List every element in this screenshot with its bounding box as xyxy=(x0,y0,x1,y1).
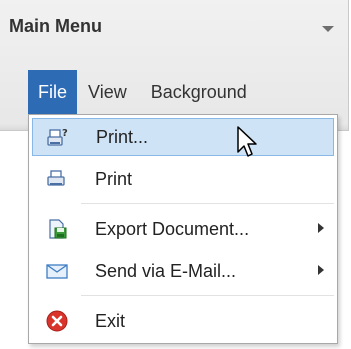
chevron-down-icon[interactable] xyxy=(322,26,334,32)
print-preview-icon: ? xyxy=(47,128,68,146)
tab-view[interactable]: View xyxy=(79,70,136,114)
submenu-arrow-icon xyxy=(318,223,324,233)
menu-item-label: Exit xyxy=(95,310,126,331)
menu-item-label: Export Document... xyxy=(95,218,250,239)
tab-background[interactable]: Background xyxy=(142,70,256,114)
submenu-arrow-icon xyxy=(318,265,324,275)
envelope-icon xyxy=(46,264,68,279)
file-dropdown-menu: ? Print... Print Export Document... Send… xyxy=(28,114,338,344)
export-document-icon xyxy=(49,219,67,239)
exit-icon xyxy=(46,310,68,332)
menu-item-label: Print... xyxy=(96,126,149,147)
menu-item-label: Send via E-Mail... xyxy=(95,260,237,281)
menu-tabs: File View Background xyxy=(28,70,256,114)
mouse-cursor-icon xyxy=(237,126,257,157)
menu-item-send-email[interactable]: Send via E-Mail... xyxy=(32,252,334,290)
menu-item-label: Print xyxy=(95,168,133,189)
menu-separator xyxy=(81,203,334,204)
svg-text:?: ? xyxy=(62,128,68,139)
main-menu-title: Main Menu xyxy=(9,16,102,36)
menu-item-export-document[interactable]: Export Document... xyxy=(32,210,334,248)
tab-file[interactable]: File xyxy=(28,70,78,114)
menu-item-print[interactable]: Print xyxy=(32,160,334,198)
printer-icon xyxy=(47,170,65,186)
menu-item-print-preview[interactable]: ? Print... xyxy=(32,118,334,156)
main-menu-panel: Main Menu File View Background xyxy=(0,0,349,131)
menu-item-exit[interactable]: Exit xyxy=(32,302,334,340)
menu-separator xyxy=(81,295,334,296)
